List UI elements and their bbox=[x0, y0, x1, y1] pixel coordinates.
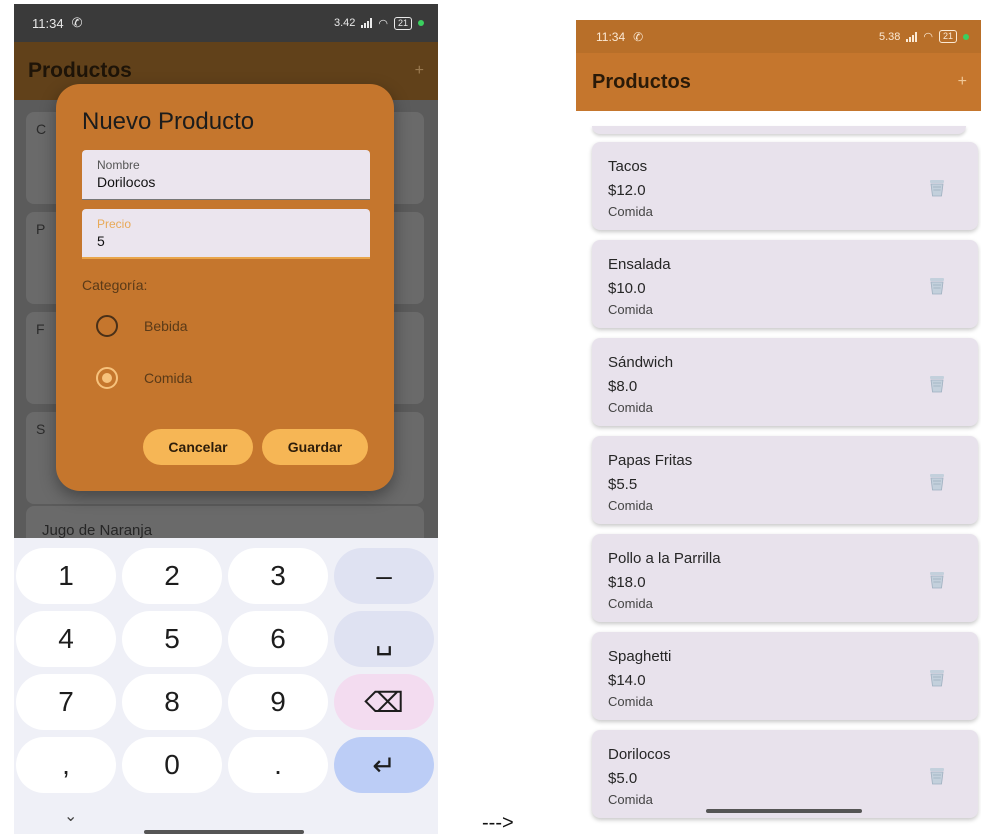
precio-label: Precio bbox=[97, 217, 132, 231]
nombre-label: Nombre bbox=[97, 158, 140, 172]
product-category: Comida bbox=[608, 302, 653, 317]
radio-comida[interactable]: Comida bbox=[96, 367, 192, 389]
numeric-keyboard: 1 2 3 – 4 5 6 ␣ 7 8 9 ⌫ , 0 . ↵ ⌄ bbox=[14, 538, 438, 834]
key-comma[interactable]: , bbox=[16, 737, 116, 793]
phone-call-icon: ✆ bbox=[633, 29, 644, 44]
key-1[interactable]: 1 bbox=[16, 548, 116, 604]
nombre-field[interactable]: Nombre Dorilocos bbox=[82, 150, 370, 200]
precio-value: 5 bbox=[97, 233, 105, 249]
product-category: Comida bbox=[608, 400, 653, 415]
product-name: Tacos bbox=[608, 158, 648, 175]
key-3[interactable]: 3 bbox=[228, 548, 328, 604]
trash-icon[interactable] bbox=[928, 177, 946, 197]
right-phone-screen: 11:34 ✆ 5.38 ◠ 21 Productos + Tacos $12.… bbox=[576, 20, 981, 834]
status-bar: 11:34 ✆ 3.42 ◠ 21 bbox=[14, 4, 438, 42]
cancel-button[interactable]: Cancelar bbox=[143, 429, 253, 465]
product-category: Comida bbox=[608, 596, 653, 611]
radio-unselected-icon[interactable] bbox=[96, 315, 118, 337]
product-card[interactable]: Sándwich $8.0 Comida bbox=[592, 338, 978, 426]
product-name: Dorilocos bbox=[608, 746, 671, 763]
key-2[interactable]: 2 bbox=[122, 548, 222, 604]
key-7[interactable]: 7 bbox=[16, 674, 116, 730]
phone-call-icon: ✆ bbox=[71, 15, 83, 30]
product-name: Pollo a la Parrilla bbox=[608, 550, 721, 567]
signal-icon bbox=[361, 18, 373, 28]
product-card[interactable]: Dorilocos $5.0 Comida bbox=[592, 730, 978, 818]
camera-indicator-icon bbox=[963, 33, 969, 40]
network-speed: 3.42 bbox=[333, 17, 356, 29]
product-category: Comida bbox=[608, 498, 653, 513]
trash-icon[interactable] bbox=[928, 471, 946, 491]
product-price: $5.0 bbox=[608, 770, 638, 787]
radio-comida-label: Comida bbox=[144, 370, 193, 386]
trash-icon[interactable] bbox=[928, 667, 946, 687]
signal-icon bbox=[906, 31, 918, 42]
radio-selected-icon[interactable] bbox=[96, 367, 118, 389]
list-item-partial bbox=[592, 126, 966, 134]
left-phone-screen: 11:34 ✆ 3.42 ◠ 21 Productos + C P F S Ju… bbox=[14, 4, 438, 834]
key-5[interactable]: 5 bbox=[122, 611, 222, 667]
trash-icon[interactable] bbox=[928, 373, 946, 393]
radio-bebida-label: Bebida bbox=[144, 318, 188, 334]
product-name: Papas Fritas bbox=[608, 452, 693, 469]
wifi-icon: ◠ bbox=[378, 17, 388, 30]
product-price: $5.5 bbox=[608, 476, 638, 493]
trash-icon[interactable] bbox=[928, 275, 946, 295]
trash-icon[interactable] bbox=[928, 569, 946, 589]
add-icon[interactable]: + bbox=[958, 73, 967, 91]
product-price: $18.0 bbox=[608, 574, 646, 591]
gesture-handle bbox=[706, 809, 862, 813]
trash-icon[interactable] bbox=[928, 765, 946, 785]
key-4[interactable]: 4 bbox=[16, 611, 116, 667]
product-price: $14.0 bbox=[608, 672, 646, 689]
categoria-label: Categoría: bbox=[82, 277, 148, 293]
camera-indicator-icon bbox=[418, 20, 424, 26]
product-card[interactable]: Ensalada $10.0 Comida bbox=[592, 240, 978, 328]
key-6[interactable]: 6 bbox=[228, 611, 328, 667]
status-time: 11:34 bbox=[596, 29, 626, 44]
wifi-icon: ◠ bbox=[923, 31, 933, 43]
page-title: Productos bbox=[28, 59, 132, 82]
gesture-handle bbox=[144, 830, 304, 834]
key-8[interactable]: 8 bbox=[122, 674, 222, 730]
radio-bebida[interactable]: Bebida bbox=[96, 315, 188, 337]
product-price: $10.0 bbox=[608, 280, 646, 297]
key-period[interactable]: . bbox=[228, 737, 328, 793]
status-time: 11:34 bbox=[32, 15, 64, 31]
page-title: Productos bbox=[592, 70, 691, 93]
network-speed: 5.38 bbox=[878, 30, 901, 43]
battery-icon: 21 bbox=[393, 16, 412, 30]
product-price: $8.0 bbox=[608, 378, 638, 395]
product-name: Spaghetti bbox=[608, 648, 672, 665]
new-product-dialog: Nuevo Producto Nombre Dorilocos Precio 5… bbox=[56, 84, 394, 491]
key-9[interactable]: 9 bbox=[228, 674, 328, 730]
battery-icon: 21 bbox=[938, 30, 957, 43]
product-category: Comida bbox=[608, 792, 653, 807]
transition-arrow: ---> bbox=[482, 812, 514, 834]
backspace-icon[interactable]: ⌫ bbox=[334, 674, 434, 730]
product-card[interactable]: Tacos $12.0 Comida bbox=[592, 142, 978, 230]
space-key-icon[interactable]: ␣ bbox=[334, 611, 434, 667]
enter-icon[interactable]: ↵ bbox=[334, 737, 434, 793]
product-name: Ensalada bbox=[608, 256, 671, 273]
product-card[interactable]: Pollo a la Parrilla $18.0 Comida bbox=[592, 534, 978, 622]
app-bar: Productos + bbox=[576, 53, 981, 111]
key-minus[interactable]: – bbox=[334, 548, 434, 604]
chevron-down-icon[interactable]: ⌄ bbox=[64, 806, 77, 826]
dialog-title: Nuevo Producto bbox=[82, 108, 255, 135]
nombre-value: Dorilocos bbox=[97, 174, 156, 190]
product-price: $12.0 bbox=[608, 182, 646, 199]
status-bar: 11:34 ✆ 5.38 ◠ 21 bbox=[576, 20, 981, 53]
product-name: Sándwich bbox=[608, 354, 674, 371]
precio-field[interactable]: Precio 5 bbox=[82, 209, 370, 259]
product-card[interactable]: Spaghetti $14.0 Comida bbox=[592, 632, 978, 720]
add-icon[interactable]: + bbox=[415, 62, 424, 80]
save-button[interactable]: Guardar bbox=[262, 429, 368, 465]
product-card[interactable]: Papas Fritas $5.5 Comida bbox=[592, 436, 978, 524]
product-category: Comida bbox=[608, 204, 653, 219]
product-category: Comida bbox=[608, 694, 653, 709]
key-0[interactable]: 0 bbox=[122, 737, 222, 793]
